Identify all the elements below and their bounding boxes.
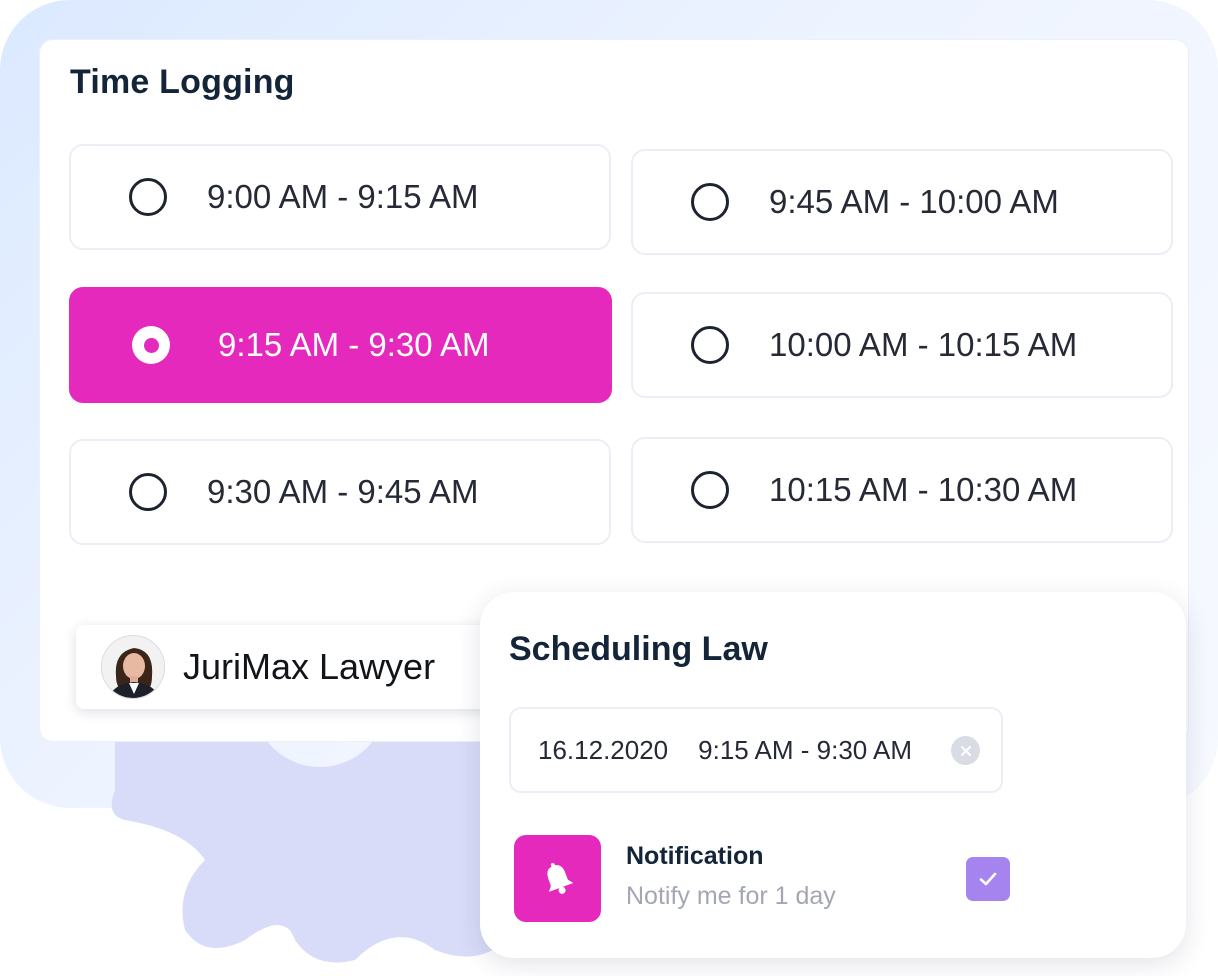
radio-button[interactable]: [691, 326, 729, 364]
time-slot-1000-1015[interactable]: 10:00 AM - 10:15 AM: [631, 292, 1173, 398]
time-slot-label: 9:30 AM - 9:45 AM: [207, 473, 479, 510]
lawyer-chip[interactable]: JuriMax Lawyer: [76, 625, 506, 709]
appointment-field[interactable]: 16.12.2020 9:15 AM - 9:30 AM: [509, 707, 1003, 793]
radio-button[interactable]: [691, 183, 729, 221]
radio-button[interactable]: [129, 178, 167, 216]
time-slot-label: 9:45 AM - 10:00 AM: [769, 183, 1059, 220]
avatar: [101, 635, 165, 699]
radio-button-selected[interactable]: [132, 326, 170, 364]
appointment-time: 9:15 AM - 9:30 AM: [698, 734, 913, 765]
time-slot-0900-0915[interactable]: 9:00 AM - 9:15 AM: [69, 144, 611, 250]
clear-button[interactable]: [951, 736, 980, 765]
radio-button[interactable]: [691, 471, 729, 509]
checkmark-icon: [979, 872, 997, 886]
bell-icon: [546, 862, 573, 894]
radio-button[interactable]: [129, 473, 167, 511]
close-icon: [960, 745, 971, 756]
notification-checkbox[interactable]: [966, 857, 1010, 901]
time-slot-label: 9:00 AM - 9:15 AM: [207, 178, 479, 215]
time-slot-label: 10:15 AM - 10:30 AM: [769, 471, 1078, 508]
time-slot-0915-0930[interactable]: 9:15 AM - 9:30 AM: [69, 287, 612, 403]
person-avatar-icon: [102, 636, 164, 698]
lawyer-name: JuriMax Lawyer: [183, 646, 436, 687]
time-logging-title: Time Logging: [70, 63, 295, 101]
notification-icon-box: [514, 835, 601, 922]
time-slot-label: 10:00 AM - 10:15 AM: [769, 326, 1078, 363]
time-slot-1015-1030[interactable]: 10:15 AM - 10:30 AM: [631, 437, 1173, 543]
appointment-date: 16.12.2020: [538, 734, 669, 765]
time-slot-0930-0945[interactable]: 9:30 AM - 9:45 AM: [69, 439, 611, 545]
scheduling-title: Scheduling Law: [509, 630, 768, 668]
notification-subtitle: Notify me for 1 day: [626, 882, 836, 910]
time-slot-0945-1000[interactable]: 9:45 AM - 10:00 AM: [631, 149, 1173, 255]
scheduling-card: Scheduling Law 16.12.2020 9:15 AM - 9:30…: [480, 592, 1186, 958]
time-slot-label: 9:15 AM - 9:30 AM: [218, 326, 490, 363]
notification-title: Notification: [626, 842, 764, 870]
